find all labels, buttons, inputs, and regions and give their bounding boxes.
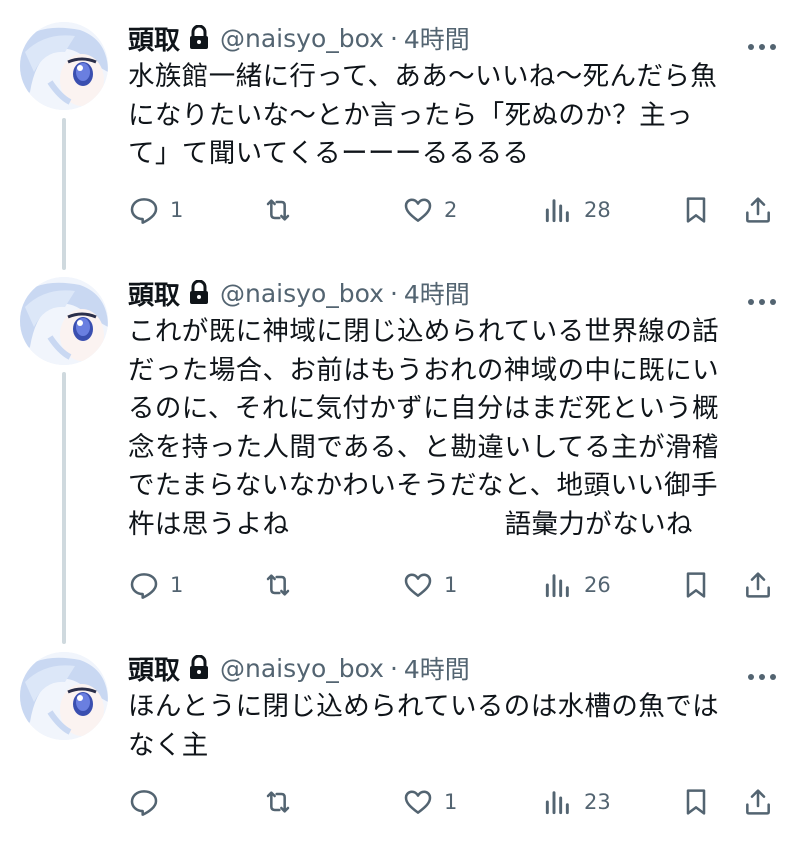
views-icon xyxy=(542,194,574,226)
views-icon xyxy=(542,569,574,601)
lock-icon xyxy=(188,24,210,51)
reply-icon xyxy=(128,194,160,226)
action-bar: 1 2 28 xyxy=(128,192,778,228)
like-count: 1 xyxy=(444,573,458,597)
more-icon[interactable] xyxy=(747,36,777,50)
more-icon[interactable] xyxy=(747,291,777,305)
tweet-header: 頭取 @naisyo_box · 4時間 xyxy=(128,18,470,58)
separator-dot: · xyxy=(389,653,398,683)
timestamp[interactable]: 4時間 xyxy=(404,650,470,686)
reply-button[interactable]: 1 xyxy=(128,567,183,603)
share-button[interactable] xyxy=(742,192,774,228)
retweet-icon xyxy=(262,569,294,601)
tweet-header: 頭取 @naisyo_box · 4時間 xyxy=(128,648,470,688)
tweet-header: 頭取 @naisyo_box · 4時間 xyxy=(128,273,470,313)
retweet-icon xyxy=(262,194,294,226)
bookmark-icon xyxy=(680,786,712,818)
user-handle[interactable]: @naisyo_box xyxy=(220,24,384,53)
lock-icon xyxy=(188,654,210,681)
reply-button[interactable]: 1 xyxy=(128,192,183,228)
avatar[interactable] xyxy=(20,652,108,740)
lock-icon xyxy=(188,279,210,306)
bookmark-button[interactable] xyxy=(680,784,712,820)
reply-icon xyxy=(128,786,160,818)
separator-dot: · xyxy=(389,278,398,308)
tweet-text: 水族館一緒に行って、ああ〜いいね〜死んだら魚 になりたいな〜とか言ったら「死ぬの… xyxy=(128,61,718,169)
share-icon xyxy=(742,194,774,226)
action-bar: 1 1 26 xyxy=(128,567,778,603)
tweet-text: ほんとうに閉じ込められているのは水槽の魚では なく主 xyxy=(128,691,720,761)
avatar[interactable] xyxy=(20,22,108,110)
share-icon xyxy=(742,786,774,818)
tweet[interactable]: 頭取 @naisyo_box · 4時間 これが既に神域に閉じ込められている世界… xyxy=(0,277,799,627)
share-button[interactable] xyxy=(742,784,774,820)
user-handle[interactable]: @naisyo_box xyxy=(220,654,384,683)
views-button[interactable]: 23 xyxy=(542,784,611,820)
views-button[interactable]: 28 xyxy=(542,192,611,228)
display-name[interactable]: 頭取 xyxy=(128,20,180,57)
reply-count: 1 xyxy=(170,198,184,222)
like-button[interactable]: 1 xyxy=(402,784,457,820)
views-count: 28 xyxy=(584,198,611,222)
bookmark-button[interactable] xyxy=(680,192,712,228)
reply-button[interactable] xyxy=(128,784,170,820)
tweet[interactable]: 頭取 @naisyo_box · 4時間 水族館一緒に行って、ああ〜いいね〜死ん… xyxy=(0,22,799,242)
views-count: 26 xyxy=(584,573,611,597)
like-button[interactable]: 1 xyxy=(402,567,457,603)
separator-dot: · xyxy=(389,23,398,53)
timestamp[interactable]: 4時間 xyxy=(404,20,470,56)
tweet[interactable]: 頭取 @naisyo_box · 4時間 ほんとうに閉じ込められているのは水槽の… xyxy=(0,652,799,842)
retweet-button[interactable] xyxy=(262,784,304,820)
reply-count: 1 xyxy=(170,573,184,597)
more-icon[interactable] xyxy=(747,666,777,680)
heart-icon xyxy=(402,569,434,601)
share-icon xyxy=(742,569,774,601)
bookmark-icon xyxy=(680,569,712,601)
tweet-text: これが既に神域に閉じ込められている世界線の話 だった場合、お前はもうおれの神域の… xyxy=(128,316,720,540)
share-button[interactable] xyxy=(742,567,774,603)
like-count: 2 xyxy=(444,198,458,222)
like-count: 1 xyxy=(444,790,458,814)
views-icon xyxy=(542,786,574,818)
retweet-button[interactable] xyxy=(262,567,304,603)
display-name[interactable]: 頭取 xyxy=(128,275,180,312)
bookmark-button[interactable] xyxy=(680,567,712,603)
action-bar: 1 23 xyxy=(128,784,778,820)
views-count: 23 xyxy=(584,790,611,814)
user-handle[interactable]: @naisyo_box xyxy=(220,279,384,308)
retweet-icon xyxy=(262,786,294,818)
avatar[interactable] xyxy=(20,277,108,365)
heart-icon xyxy=(402,194,434,226)
retweet-button[interactable] xyxy=(262,192,304,228)
bookmark-icon xyxy=(680,194,712,226)
like-button[interactable]: 2 xyxy=(402,192,457,228)
display-name[interactable]: 頭取 xyxy=(128,650,180,687)
reply-icon xyxy=(128,569,160,601)
timestamp[interactable]: 4時間 xyxy=(404,275,470,311)
views-button[interactable]: 26 xyxy=(542,567,611,603)
heart-icon xyxy=(402,786,434,818)
